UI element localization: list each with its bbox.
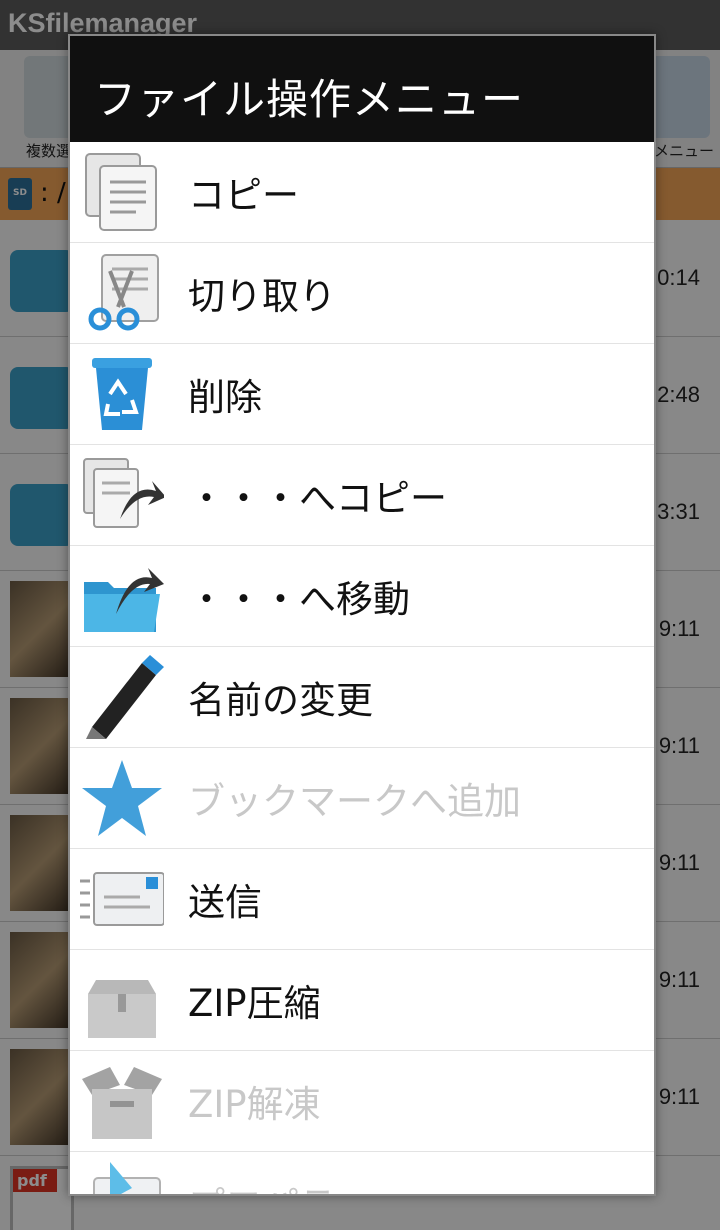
menu-item-properties: プロパティ — [70, 1152, 654, 1194]
file-time: 9:11 — [658, 616, 700, 641]
photo-thumbnail — [10, 581, 74, 677]
pdf-file-icon: pdf — [10, 1166, 74, 1230]
menu-item-copy[interactable]: コピー — [70, 142, 654, 243]
menu-item-label: ・・・へ移動 — [188, 578, 410, 621]
folder-icon — [10, 250, 74, 312]
mail-icon — [80, 857, 165, 941]
file-time: 9:11 — [658, 967, 700, 992]
menu-item-pencil[interactable]: 名前の変更 — [70, 647, 654, 748]
current-path: : / — [40, 178, 66, 208]
menu-item-label: ZIP圧縮 — [188, 982, 321, 1025]
copy-to-icon — [80, 453, 166, 537]
file-time: 9:11 — [658, 1084, 700, 1109]
file-time: 3:31 — [657, 499, 700, 524]
menu-item-box-closed[interactable]: ZIP圧縮 — [70, 950, 654, 1051]
menu-item-box-open: ZIP解凍 — [70, 1051, 654, 1152]
dialog-title: ファイル操作メニュー — [70, 36, 654, 142]
photo-thumbnail — [10, 698, 74, 794]
menu-item-label: ブックマークへ追加 — [188, 780, 521, 823]
copy-icon — [80, 150, 164, 234]
menu-item-label: 名前の変更 — [188, 679, 373, 722]
menu-item-label: ZIP解凍 — [188, 1083, 321, 1126]
menu-item-star: ブックマークへ追加 — [70, 748, 654, 849]
star-icon — [80, 756, 164, 840]
cut-icon — [80, 251, 164, 335]
file-time: 9:11 — [658, 850, 700, 875]
menu-item-label: 送信 — [188, 881, 262, 924]
folder-icon — [10, 367, 74, 429]
menu-item-label: 切り取り — [188, 275, 336, 318]
menu-item-move-to-folder[interactable]: ・・・へ移動 — [70, 546, 654, 647]
menu-item-mail[interactable]: 送信 — [70, 849, 654, 950]
menu-label: メニュー — [654, 142, 715, 160]
multi-select-label: 複数選 — [26, 142, 72, 160]
folder-icon — [10, 484, 74, 546]
menu-item-label: プロパティ — [188, 1175, 371, 1194]
file-time: 0:14 — [657, 265, 700, 290]
pdf-badge: pdf — [13, 1169, 57, 1192]
sd-card-icon: SD — [8, 178, 32, 210]
pencil-icon — [80, 655, 164, 739]
photo-thumbnail — [10, 1049, 74, 1145]
properties-icon — [80, 1160, 164, 1194]
menu-item-recycle-bin[interactable]: 削除 — [70, 344, 654, 445]
file-operation-menu: コピー 切り取り 削除 ・・・へコピー ・・・へ移動 名前の変更 ブックマークへ… — [70, 142, 654, 1194]
menu-item-label: 削除 — [188, 376, 262, 419]
photo-thumbnail — [10, 815, 74, 911]
file-operation-dialog: ファイル操作メニュー コピー 切り取り 削除 ・・・へコピー ・・・へ移動 名前… — [68, 34, 656, 1196]
box-open-icon — [80, 1059, 164, 1143]
menu-item-copy-to[interactable]: ・・・へコピー — [70, 445, 654, 546]
photo-thumbnail — [10, 932, 74, 1028]
file-time: 9:11 — [658, 733, 700, 758]
recycle-bin-icon — [80, 352, 164, 436]
menu-item-label: ・・・へコピー — [188, 477, 447, 520]
file-time: 2:48 — [657, 382, 700, 407]
menu-item-cut[interactable]: 切り取り — [70, 243, 654, 344]
box-closed-icon — [80, 958, 164, 1042]
move-to-folder-icon — [80, 554, 164, 638]
menu-item-label: コピー — [188, 174, 299, 217]
